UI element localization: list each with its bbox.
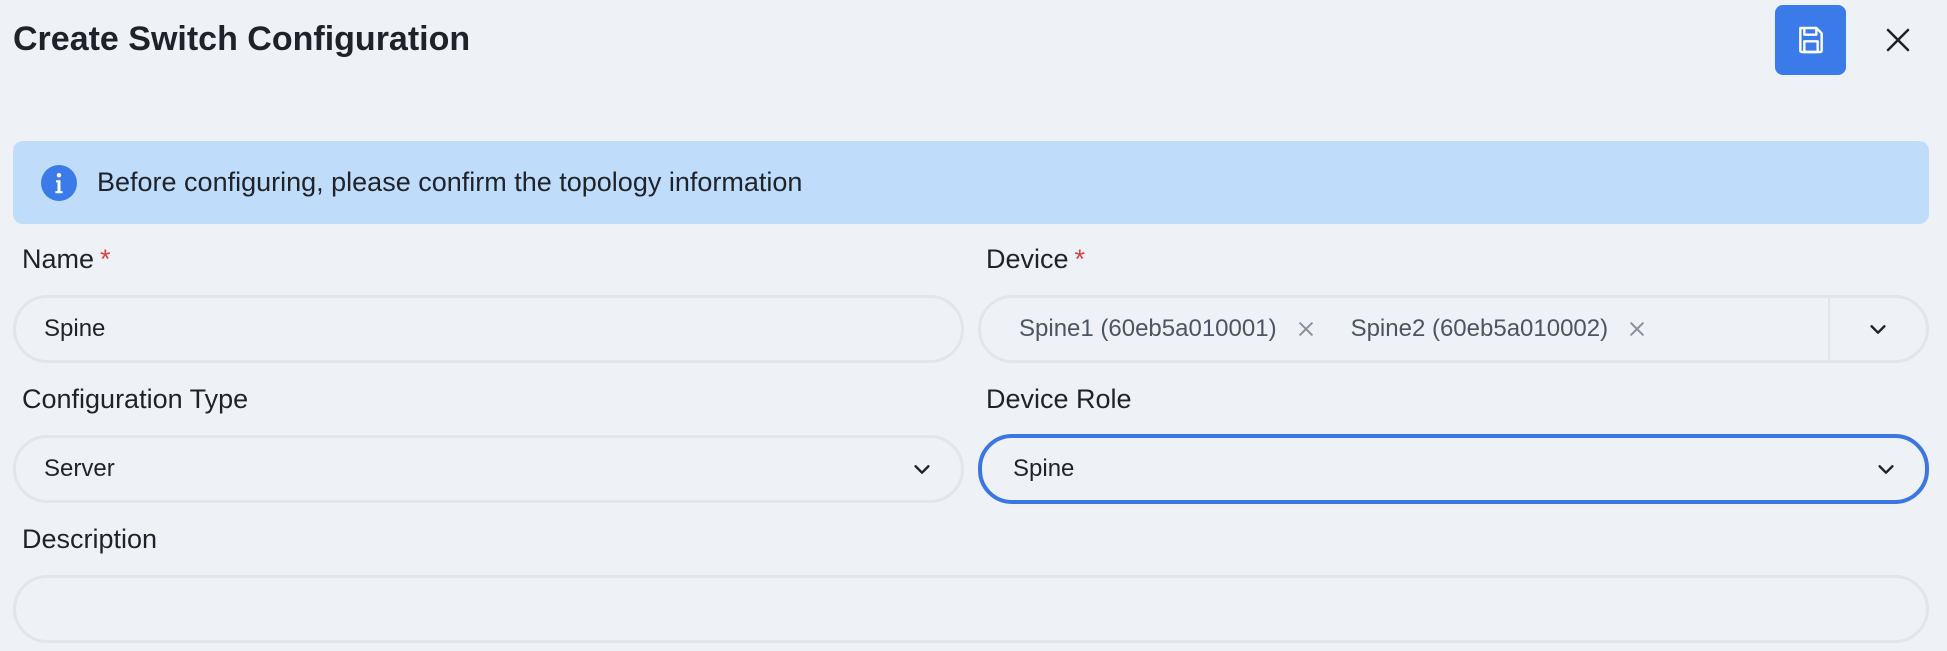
x-icon (1630, 322, 1644, 336)
device-chip: Spine2 (60eb5a010002) (1351, 315, 1649, 343)
floppy-disk-icon (1798, 26, 1823, 54)
device-label-text: Device (986, 244, 1069, 274)
name-label: Name * (22, 244, 111, 275)
required-marker: * (100, 244, 111, 274)
x-icon (1298, 322, 1313, 336)
info-banner: Before configuring, please confirm the t… (13, 141, 1929, 224)
configuration-type-value: Server (44, 455, 115, 482)
remove-chip-button[interactable] (1295, 318, 1317, 340)
save-button[interactable] (1775, 5, 1846, 75)
close-icon (1886, 28, 1910, 52)
device-label: Device * (986, 244, 1085, 275)
create-switch-configuration-dialog: Create Switch Configuration Before confi… (0, 0, 1947, 651)
device-dropdown-toggle[interactable] (1830, 298, 1926, 360)
chevron-down-icon (914, 465, 930, 474)
description-field (13, 575, 1929, 643)
name-input[interactable] (16, 298, 961, 360)
description-label: Description (22, 524, 158, 554)
chevron-down-icon (1870, 325, 1886, 334)
close-button[interactable] (1872, 14, 1924, 66)
device-chip-label: Spine2 (60eb5a010002) (1350, 315, 1609, 342)
info-banner-text: Before configuring, please confirm the t… (97, 167, 803, 197)
device-role-label: Device Role (986, 384, 1132, 414)
device-multiselect[interactable]: Spine1 (60eb5a010001) Spine2 (60eb5a0100… (978, 295, 1929, 363)
page-title: Create Switch Configuration (13, 20, 471, 58)
device-chips: Spine1 (60eb5a010001) Spine2 (60eb5a0100… (981, 298, 1828, 360)
device-role-value: Spine (1013, 455, 1075, 482)
device-role-select[interactable]: Spine (978, 434, 1929, 504)
remove-chip-button[interactable] (1626, 318, 1648, 340)
chevron-down-icon (1878, 465, 1894, 474)
name-field (13, 295, 964, 363)
configuration-type-select[interactable]: Server (13, 435, 964, 503)
device-chip: Spine1 (60eb5a010001) (1019, 315, 1317, 343)
description-input[interactable] (16, 578, 1926, 640)
required-marker: * (1074, 244, 1086, 274)
name-label-text: Name (22, 244, 95, 274)
info-icon (41, 164, 77, 201)
device-chip-label: Spine1 (60eb5a010001) (1019, 315, 1277, 342)
configuration-type-label: Configuration Type (22, 384, 249, 414)
